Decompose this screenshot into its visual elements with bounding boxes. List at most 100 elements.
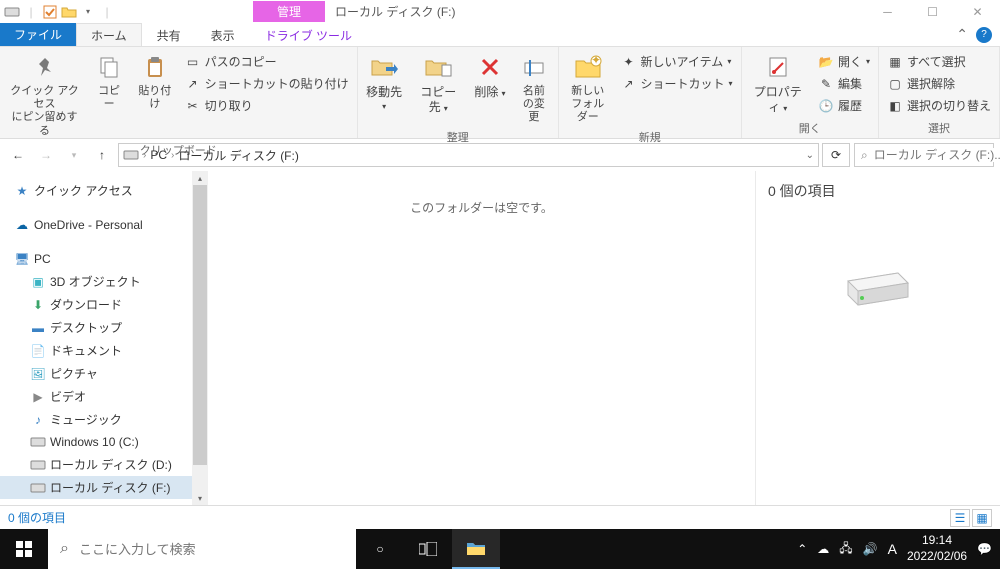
start-button[interactable] — [0, 529, 48, 569]
open-button[interactable]: 📂開く ▾ — [814, 51, 874, 72]
move-to-button[interactable]: 移動先 ▾ — [362, 49, 407, 115]
nav-drive-c[interactable]: Windows 10 (C:) — [0, 431, 208, 453]
breadcrumb-drive[interactable]: ローカル ディスク (F:) — [178, 147, 299, 164]
chevron-right-icon-2[interactable]: › — [171, 150, 174, 161]
scroll-down-icon[interactable]: ▾ — [192, 491, 208, 505]
edit-button[interactable]: ✎編集 — [814, 73, 874, 94]
ribbon-group-new: ✦ 新しい フォルダー ✦新しいアイテム ▾ ↗ショートカット ▾ 新規 — [559, 47, 742, 138]
tray-overflow-icon[interactable]: ⌃ — [797, 542, 807, 556]
copy-path-button[interactable]: ▭パスのコピー — [181, 51, 353, 72]
navigation-pane[interactable]: ★クイック アクセス ☁OneDrive - Personal 🖥PC ▣3D … — [0, 171, 208, 505]
new-folder-button[interactable]: ✦ 新しい フォルダー — [563, 49, 613, 127]
document-icon: 📄 — [30, 343, 46, 359]
cortana-button[interactable]: ○ — [356, 529, 404, 569]
content-pane[interactable]: このフォルダーは空です。 — [208, 171, 756, 505]
pin-button[interactable]: クイック アクセス にピン留めする — [4, 49, 85, 140]
context-tab-header: 管理 — [253, 1, 325, 22]
invert-selection-button[interactable]: ◧選択の切り替え — [883, 95, 995, 116]
notifications-icon[interactable]: 💬 — [977, 542, 992, 556]
navpane-scrollbar[interactable]: ▴ ▾ — [192, 171, 208, 505]
invert-icon: ◧ — [887, 98, 903, 114]
scroll-thumb[interactable] — [193, 185, 207, 465]
select-all-button[interactable]: ▦すべて選択 — [883, 51, 995, 72]
onedrive-tray-icon[interactable]: ☁ — [817, 542, 829, 556]
tab-share[interactable]: 共有 — [142, 23, 196, 46]
nav-documents[interactable]: 📄ドキュメント — [0, 339, 208, 362]
ribbon-group-clipboard: クイック アクセス にピン留めする コピー 貼り付け ▭パスのコピー ↗ショート… — [0, 47, 358, 138]
drive-d-icon — [30, 457, 46, 473]
nav-up-button[interactable]: ↑ — [90, 143, 114, 167]
minimize-button[interactable]: ─ — [865, 0, 910, 23]
maximize-button[interactable]: ☐ — [910, 0, 955, 23]
tab-drive-tools[interactable]: ドライブ ツール — [250, 23, 367, 46]
view-icons-button[interactable]: ▦ — [972, 509, 992, 527]
pc-icon: 🖥 — [14, 251, 30, 267]
task-view-button[interactable] — [404, 529, 452, 569]
rename-button[interactable]: 名前 の変更 — [514, 49, 554, 127]
delete-button[interactable]: 削除 ▾ — [470, 49, 510, 102]
nav-downloads[interactable]: ⬇ダウンロード — [0, 293, 208, 316]
nav-quick-access[interactable]: ★クイック アクセス — [0, 179, 208, 202]
refresh-button[interactable]: ⟳ — [822, 143, 850, 167]
paste-shortcut-button[interactable]: ↗ショートカットの貼り付け — [181, 73, 353, 94]
new-item-button[interactable]: ✦新しいアイテム ▾ — [617, 51, 737, 72]
copy-button[interactable]: コピー — [89, 49, 129, 113]
paste-button[interactable]: 貼り付け — [133, 49, 177, 113]
check-icon[interactable] — [42, 4, 58, 20]
window-title: ローカル ディスク (F:) — [335, 3, 456, 20]
nav-music[interactable]: ♪ミュージック — [0, 408, 208, 431]
music-icon: ♪ — [30, 412, 46, 428]
search-box[interactable]: ⌕ — [854, 143, 994, 167]
view-details-button[interactable]: ☰ — [950, 509, 970, 527]
chevron-down-icon[interactable]: ▾ — [80, 4, 96, 20]
addr-dropdown-icon[interactable]: ⌄ — [806, 150, 814, 161]
nav-drive-f[interactable]: ローカル ディスク (F:) — [0, 476, 208, 499]
taskbar-search-input[interactable] — [79, 542, 344, 557]
scroll-up-icon[interactable]: ▴ — [192, 171, 208, 185]
folder-icon[interactable] — [61, 4, 77, 20]
cube-icon: ▣ — [30, 274, 46, 290]
empty-folder-message: このフォルダーは空です。 — [410, 199, 553, 216]
new-shortcut-button[interactable]: ↗ショートカット ▾ — [617, 73, 737, 94]
nav-forward-button[interactable]: → — [34, 143, 58, 167]
explorer-taskbar-button[interactable] — [452, 529, 500, 569]
tab-view[interactable]: 表示 — [196, 23, 250, 46]
copy-to-button[interactable]: コピー先 ▾ — [411, 49, 466, 117]
volume-tray-icon[interactable]: 🔊 — [863, 542, 878, 556]
nav-desktop[interactable]: ▬デスクトップ — [0, 316, 208, 339]
cloud-icon: ☁ — [14, 217, 30, 233]
select-none-button[interactable]: ▢選択解除 — [883, 73, 995, 94]
delete-icon — [474, 51, 506, 83]
tab-file[interactable]: ファイル — [0, 23, 76, 46]
address-field[interactable]: › PC › ローカル ディスク (F:) ⌄ — [118, 143, 819, 167]
cut-button[interactable]: ✂切り取り — [181, 95, 353, 116]
search-input[interactable] — [874, 148, 1000, 162]
nav-videos[interactable]: ▶ビデオ — [0, 385, 208, 408]
chevron-right-icon[interactable]: › — [143, 150, 146, 161]
properties-button[interactable]: プロパティ ▾ — [746, 49, 810, 117]
taskbar-search[interactable]: ⌕ — [48, 529, 356, 569]
help-button[interactable]: ? — [976, 27, 992, 43]
network-tray-icon[interactable]: 🖧 — [839, 539, 852, 560]
breadcrumb-pc[interactable]: PC — [150, 148, 167, 162]
tab-home[interactable]: ホーム — [76, 23, 142, 46]
nav-onedrive[interactable]: ☁OneDrive - Personal — [0, 214, 208, 236]
ime-indicator[interactable]: A — [888, 541, 897, 557]
copy-to-icon — [422, 51, 454, 83]
clock[interactable]: 19:14 2022/02/06 — [907, 533, 967, 564]
shortcut-small-icon: ↗ — [621, 76, 637, 92]
nav-pc[interactable]: 🖥PC — [0, 248, 208, 270]
close-button[interactable]: ✕ — [955, 0, 1000, 23]
nav-back-button[interactable]: ← — [6, 143, 30, 167]
collapse-ribbon-icon[interactable]: ⌃ — [956, 26, 968, 43]
nav-pictures[interactable]: 🖼ピクチャ — [0, 362, 208, 385]
nav-history-dropdown[interactable]: ▾ — [62, 143, 86, 167]
preview-pane: 0 個の項目 — [756, 171, 1000, 505]
nav-drive-d[interactable]: ローカル ディスク (D:) — [0, 453, 208, 476]
ribbon-tabs: ファイル ホーム 共有 表示 ドライブ ツール ⌃ ? — [0, 23, 1000, 47]
ribbon-group-open: プロパティ ▾ 📂開く ▾ ✎編集 🕒履歴 開く — [742, 47, 879, 138]
history-button[interactable]: 🕒履歴 — [814, 95, 874, 116]
nav-3d-objects[interactable]: ▣3D オブジェクト — [0, 270, 208, 293]
copy-icon — [93, 51, 125, 83]
ribbon-group-select: ▦すべて選択 ▢選択解除 ◧選択の切り替え 選択 — [879, 47, 1000, 138]
